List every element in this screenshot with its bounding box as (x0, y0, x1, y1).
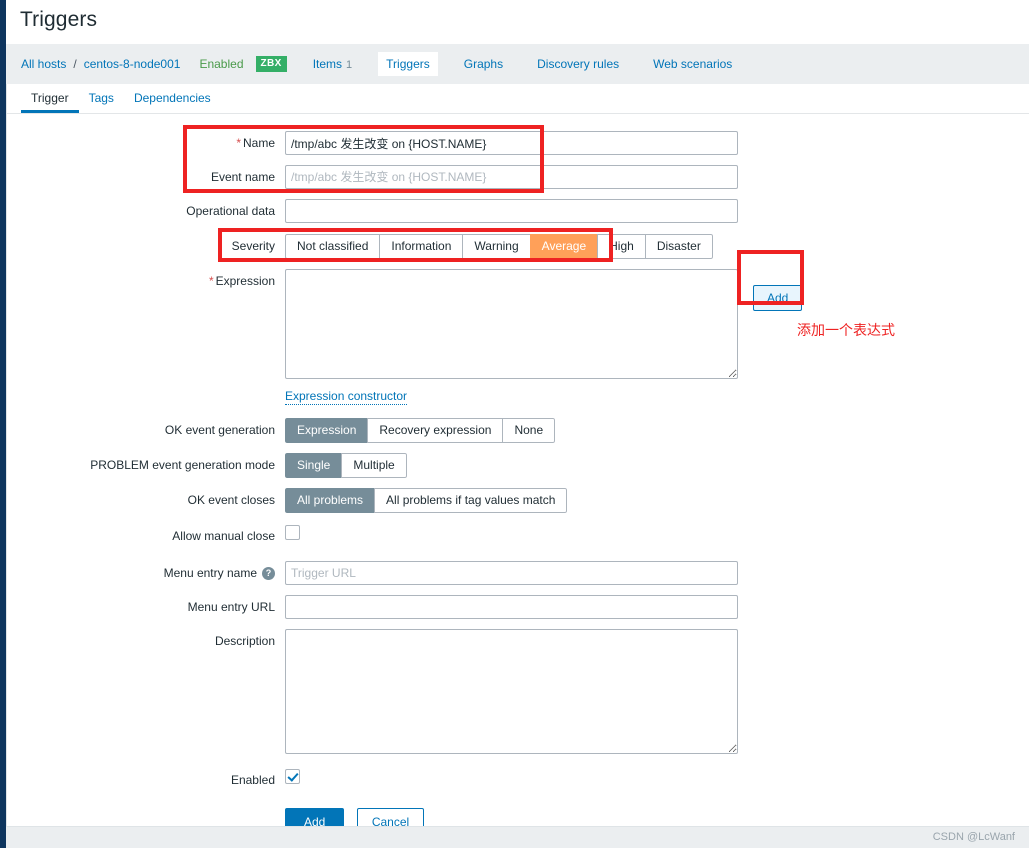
menu-entry-name-input[interactable] (285, 561, 738, 585)
breadcrumb-host-name[interactable]: centos-8-node001 (83, 57, 182, 71)
label-ok-event-closes: OK event closes (187, 493, 275, 507)
control-severity: Not classified Information Warning Avera… (285, 234, 1029, 259)
description-textarea[interactable] (285, 629, 738, 754)
event-name-input[interactable] (285, 165, 738, 189)
field-row-allow-manual-close: Allow manual close (7, 524, 1029, 548)
control-allow-manual-close (285, 524, 1029, 542)
ok-event-closes-option-tag-values-match[interactable]: All problems if tag values match (374, 488, 568, 513)
label-event-name: Event name (210, 170, 275, 184)
expression-add-wrap: Add (753, 285, 803, 311)
severity-option-high[interactable]: High (597, 234, 645, 259)
control-description (285, 629, 1029, 759)
field-row-description: Description (7, 629, 1029, 759)
menu-entry-url-input[interactable] (285, 595, 738, 619)
host-status-enabled[interactable]: Enabled (199, 57, 243, 71)
label-name: * Name (7, 131, 285, 155)
label-expression-text: Expression (215, 274, 275, 288)
control-ok-event-closes: All problems All problems if tag values … (285, 488, 1029, 513)
control-operational-data (285, 199, 1029, 223)
problem-event-mode-option-single[interactable]: Single (285, 453, 342, 478)
field-row-name: * Name (7, 131, 1029, 155)
required-marker-name: * (236, 136, 241, 150)
triggers-page: Triggers All hosts / centos-8-node001 En… (0, 0, 1029, 848)
tab-dependencies[interactable]: Dependencies (124, 87, 221, 113)
control-problem-event-generation-mode: Single Multiple (285, 453, 1029, 478)
name-input[interactable] (285, 131, 738, 155)
field-row-enabled: Enabled (7, 768, 1029, 792)
problem-event-mode-option-multiple[interactable]: Multiple (341, 453, 407, 478)
ok-event-closes-segmented-control: All problems All problems if tag values … (285, 488, 568, 513)
label-problem-event-generation-mode: PROBLEM event generation mode (90, 458, 275, 472)
page-header: Triggers (6, 0, 1029, 44)
host-tab-items-label: Items (312, 57, 343, 71)
label-expression: * Expression (7, 269, 285, 293)
breadcrumb-all-hosts[interactable]: All hosts (20, 57, 67, 71)
field-row-problem-event-generation-mode: PROBLEM event generation mode Single Mul… (7, 453, 1029, 478)
expression-constructor-link[interactable]: Expression constructor (285, 389, 408, 405)
label-menu-entry-name: Menu entry name? (7, 561, 285, 585)
label-severity: Severity (231, 239, 275, 253)
annotation-text-add-expression: 添加一个表达式 (797, 322, 895, 338)
ok-event-generation-option-recovery-expression[interactable]: Recovery expression (367, 418, 503, 443)
control-menu-entry-name (285, 561, 1029, 585)
severity-option-warning[interactable]: Warning (462, 234, 530, 259)
label-menu-entry-url: Menu entry URL (187, 600, 275, 614)
host-tab-items-count: 1 (346, 59, 353, 71)
field-row-operational-data: Operational data (7, 199, 1029, 223)
tab-tags[interactable]: Tags (79, 87, 124, 113)
breadcrumb-separator: / (73, 57, 77, 71)
operational-data-input[interactable] (285, 199, 738, 223)
expression-add-button[interactable]: Add (753, 285, 803, 311)
severity-option-not-classified[interactable]: Not classified (285, 234, 380, 259)
zbx-agent-badge[interactable]: ZBX (255, 56, 287, 72)
severity-option-average[interactable]: Average (529, 234, 598, 259)
severity-option-information[interactable]: Information (379, 234, 463, 259)
control-enabled (285, 768, 1029, 786)
expression-textarea[interactable] (285, 269, 738, 379)
field-row-menu-entry-url: Menu entry URL (7, 595, 1029, 619)
host-tab-discovery-rules[interactable]: Discovery rules (529, 52, 627, 76)
breadcrumb: All hosts / centos-8-node001 Enabled ZBX… (20, 44, 740, 84)
control-expression: Expression constructor (285, 269, 1029, 405)
control-event-name (285, 165, 1029, 189)
host-tab-items[interactable]: Items 1 (305, 52, 360, 76)
field-row-ok-event-closes: OK event closes All problems All problem… (7, 488, 1029, 513)
trigger-form: *Name Event name Operational data (7, 114, 1029, 836)
watermark: CSDN @LcWanf (932, 831, 1015, 843)
problem-event-generation-mode-segmented-control: Single Multiple (285, 453, 407, 478)
label-name-text: Name (242, 136, 275, 150)
label-description: Description (214, 634, 275, 648)
host-tab-graphs[interactable]: Graphs (456, 52, 511, 76)
ok-event-closes-option-all-problems[interactable]: All problems (285, 488, 375, 513)
severity-segmented-control: Not classified Information Warning Avera… (285, 234, 713, 259)
help-icon[interactable]: ? (262, 567, 275, 581)
ok-event-generation-option-expression[interactable]: Expression (285, 418, 368, 443)
label-enabled: Enabled (230, 773, 275, 787)
label-allow-manual-close: Allow manual close (172, 529, 275, 543)
required-marker-expression: * (208, 274, 214, 288)
field-row-ok-event-generation: OK event generation Expression Recovery … (7, 418, 1029, 443)
control-menu-entry-url (285, 595, 1029, 619)
severity-option-disaster[interactable]: Disaster (644, 234, 713, 259)
host-tab-triggers[interactable]: Triggers (378, 52, 438, 76)
form-subtabs: Trigger Tags Dependencies (7, 84, 1029, 114)
allow-manual-close-checkbox[interactable] (285, 525, 300, 541)
content-card: Trigger Tags Dependencies *Name Event na… (6, 84, 1029, 836)
label-ok-event-generation: OK event generation (164, 423, 275, 437)
label-operational-data: Operational data (186, 204, 275, 218)
field-row-event-name: Event name (7, 165, 1029, 189)
tab-trigger[interactable]: Trigger (21, 87, 79, 113)
footer-band: CSDN @LcWanf (6, 826, 1029, 848)
field-row-menu-entry-name: Menu entry name? (7, 561, 1029, 585)
ok-event-generation-segmented-control: Expression Recovery expression None (285, 418, 556, 443)
enabled-checkbox[interactable] (285, 769, 300, 785)
breadcrumb-band: All hosts / centos-8-node001 Enabled ZBX… (6, 44, 1029, 84)
control-name (285, 131, 1029, 155)
host-tab-web-scenarios[interactable]: Web scenarios (645, 52, 740, 76)
page-title: Triggers (20, 8, 98, 31)
ok-event-generation-option-none[interactable]: None (502, 418, 556, 443)
control-ok-event-generation: Expression Recovery expression None (285, 418, 1029, 443)
field-row-severity: Severity Not classified Information Warn… (7, 234, 1029, 259)
label-menu-entry-name-text: Menu entry name (163, 566, 257, 580)
